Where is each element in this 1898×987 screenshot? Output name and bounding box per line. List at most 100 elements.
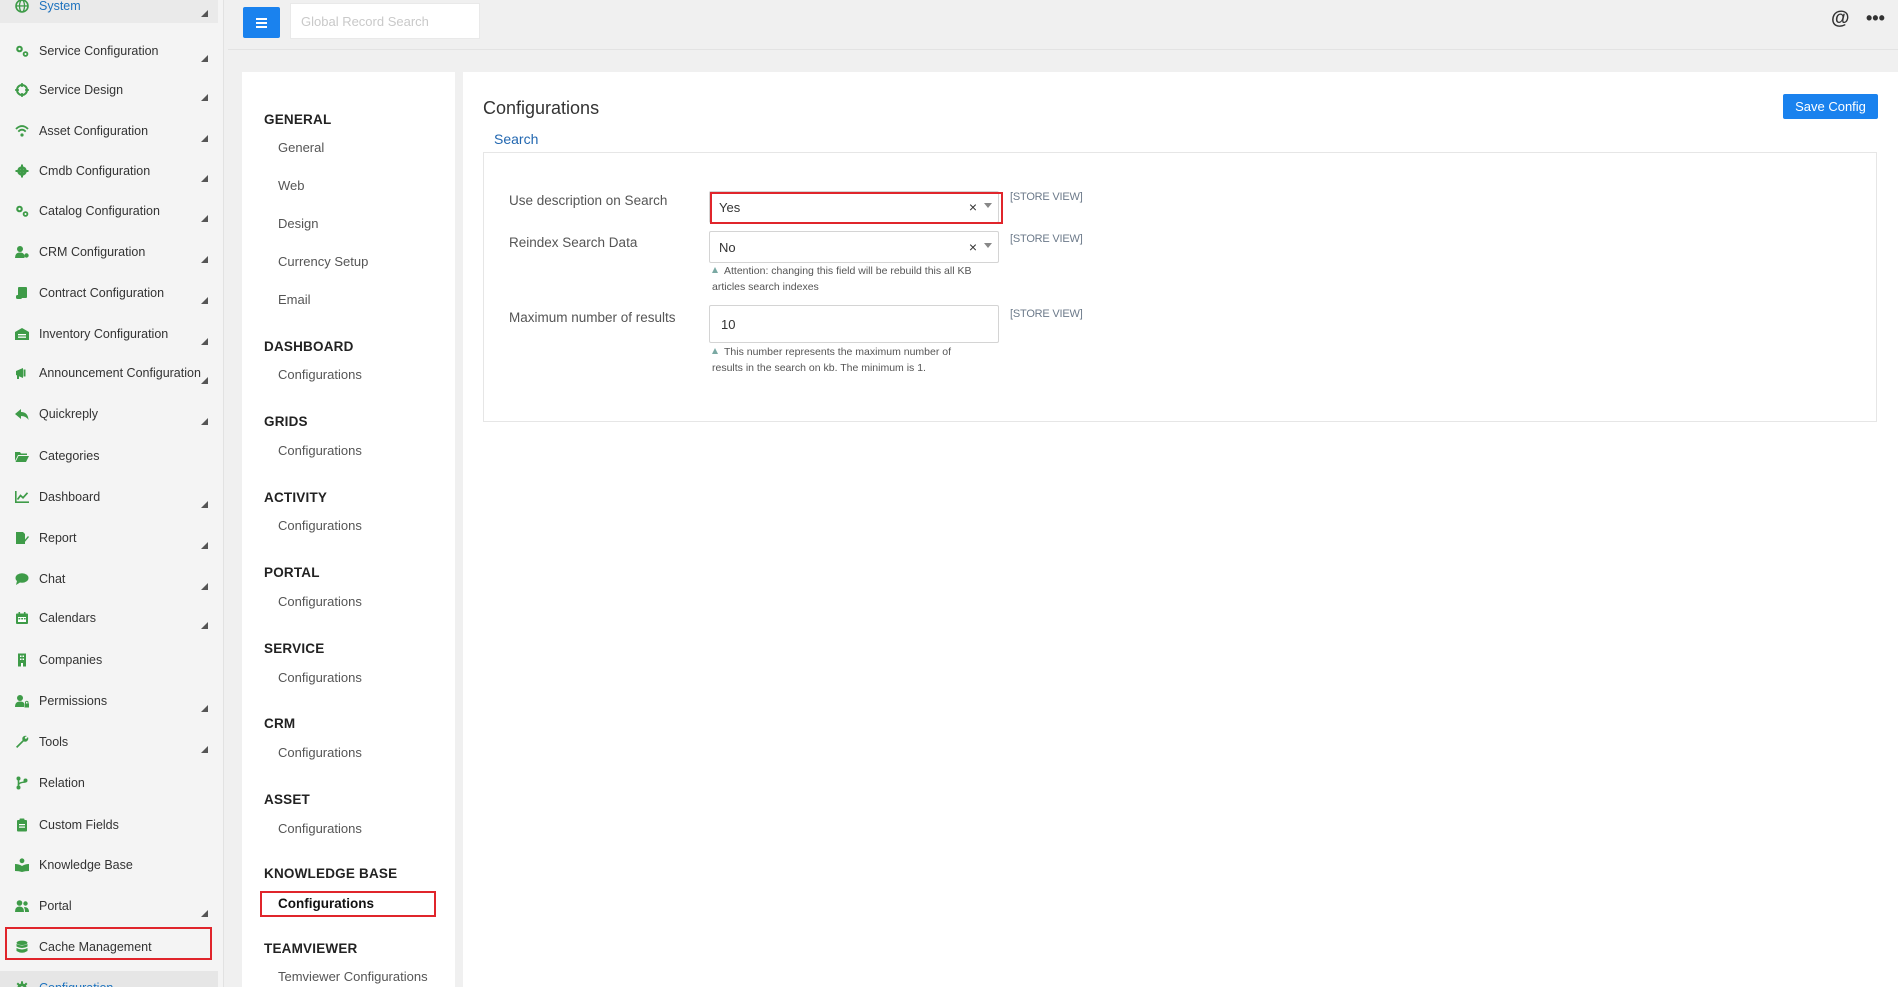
expand-caret-icon[interactable] — [201, 297, 208, 304]
sidebar-item-service-configuration[interactable]: Service Configuration — [0, 34, 218, 68]
gear-icon — [15, 164, 29, 178]
nav-link-asset-configurations[interactable]: Configurations — [278, 821, 362, 836]
sidebar-item-asset-configuration[interactable]: Asset Configuration — [0, 114, 218, 148]
info-triangle-icon — [712, 348, 718, 354]
sidebar-item-label: Permissions — [39, 694, 108, 708]
sidebar-item-contract-configuration[interactable]: Contract Configuration — [0, 276, 218, 310]
nav-link-service-configurations[interactable]: Configurations — [278, 670, 362, 685]
nav-link-dashboard-configurations[interactable]: Configurations — [278, 367, 362, 382]
sidebar-item-custom-fields[interactable]: Custom Fields — [0, 808, 218, 842]
max-results-input[interactable] — [709, 305, 999, 343]
select-value: No — [719, 239, 736, 255]
user-gear-icon — [15, 245, 29, 259]
sidebar-item-permissions[interactable]: Permissions — [0, 684, 218, 718]
sidebar-item-cmdb-configuration[interactable]: Cmdb Configuration — [0, 154, 218, 188]
nav-link-general-general[interactable]: General — [278, 140, 324, 155]
expand-caret-icon[interactable] — [201, 582, 208, 590]
sidebar-item-companies[interactable]: Companies — [0, 643, 218, 677]
use-description-select[interactable]: Yes × — [709, 191, 999, 223]
nav-link-general-currency-setup[interactable]: Currency Setup — [278, 254, 368, 269]
nav-link-activity-configurations[interactable]: Configurations — [278, 518, 362, 533]
expand-caret-icon[interactable] — [201, 705, 208, 712]
sidebar-item-label: Service Configuration — [39, 43, 159, 58]
sidebar-item-label: Asset Configuration — [39, 124, 149, 138]
sidebar-item-label: Categories — [39, 449, 100, 464]
expand-caret-icon[interactable] — [201, 418, 208, 426]
sidebar-item-label: Custom Fields — [39, 817, 119, 832]
sidebar-item-service-design[interactable]: Service Design — [0, 73, 218, 107]
more-options-icon[interactable]: ••• — [1866, 8, 1885, 29]
expand-caret-icon[interactable] — [201, 910, 208, 918]
gears-icon — [15, 204, 29, 218]
expand-caret-icon[interactable] — [201, 94, 208, 102]
wrench-icon — [15, 735, 29, 749]
expand-caret-icon[interactable] — [201, 745, 208, 753]
sidebar-item-categories[interactable]: Categories — [0, 439, 218, 473]
sidebar-item-crm-configuration[interactable]: CRM Configuration — [0, 235, 218, 269]
sidebar-item-cache-management[interactable]: Cache Management — [0, 930, 218, 964]
sidebar-item-dashboard[interactable]: Dashboard — [0, 480, 218, 514]
expand-caret-icon[interactable] — [201, 377, 208, 385]
nav-section-activity: ACTIVITY — [264, 490, 328, 505]
sidebar-item-label: Portal — [39, 899, 72, 914]
expand-caret-icon[interactable] — [201, 256, 208, 264]
sidebar-item-system[interactable]: System — [0, 0, 218, 24]
expand-caret-icon[interactable] — [201, 54, 208, 62]
expand-caret-icon[interactable] — [201, 135, 208, 142]
sidebar-item-quickreply[interactable]: Quickreply — [0, 397, 218, 431]
sidebar-item-configuration[interactable]: Configuration — [0, 970, 218, 987]
nav-link-grids-configurations[interactable]: Configurations — [278, 443, 362, 458]
mention-icon[interactable]: @ — [1831, 8, 1850, 30]
nav-link-teamviewer-temviewer-configurations[interactable]: Temviewer Configurations — [278, 969, 428, 984]
sidebar-item-label: Chat — [39, 571, 66, 586]
scope-badge: [STORE VIEW] — [1010, 233, 1083, 245]
clear-icon[interactable]: × — [969, 239, 977, 255]
nav-link-knowledge-base-configurations[interactable]: Configurations — [278, 896, 374, 911]
sidebar-item-calendars[interactable]: Calendars — [0, 601, 218, 635]
sidebar-item-announcement-configuration[interactable]: Announcement Configuration — [0, 356, 218, 390]
nav-link-general-email[interactable]: Email — [278, 292, 311, 307]
menu-toggle-button[interactable] — [243, 7, 280, 38]
crosshair-icon — [15, 83, 29, 98]
sidebar-item-label: System — [39, 0, 81, 14]
reindex-search-select[interactable]: No × — [709, 231, 999, 263]
chevron-down-icon[interactable] — [984, 203, 992, 208]
nav-section-dashboard: DASHBOARD — [264, 339, 354, 354]
sidebar-item-relation[interactable]: Relation — [0, 766, 218, 800]
expand-caret-icon[interactable] — [201, 541, 208, 549]
expand-caret-icon[interactable] — [201, 174, 208, 182]
tab-search[interactable]: Search — [494, 131, 538, 147]
book-reader-icon — [15, 858, 29, 873]
clear-icon[interactable]: × — [969, 199, 977, 215]
sidebar-item-catalog-configuration[interactable]: Catalog Configuration — [0, 194, 218, 228]
folder-open-icon — [15, 449, 29, 463]
chevron-down-icon[interactable] — [984, 243, 992, 248]
sidebar-item-report[interactable]: Report — [0, 521, 218, 555]
sidebar-item-tools[interactable]: Tools — [0, 725, 218, 759]
save-config-button[interactable]: Save Config — [1783, 94, 1878, 119]
nav-link-general-web[interactable]: Web — [278, 178, 305, 193]
sidebar-item-label: Catalog Configuration — [39, 204, 160, 219]
sidebar-item-knowledge-base[interactable]: Knowledge Base — [0, 848, 218, 882]
branch-icon — [15, 776, 29, 790]
nav-link-crm-configurations[interactable]: Configurations — [278, 745, 362, 760]
sidebar-item-label: Cmdb Configuration — [39, 163, 151, 178]
global-search-input[interactable] — [290, 3, 480, 39]
page-title: Configurations — [483, 98, 600, 118]
globe-icon — [15, 0, 29, 14]
sidebar-item-label: Report — [39, 530, 77, 545]
comment-icon — [15, 572, 29, 586]
sidebar-item-inventory-configuration[interactable]: Inventory Configuration — [0, 317, 218, 351]
expand-caret-icon[interactable] — [201, 337, 208, 345]
expand-caret-icon[interactable] — [201, 501, 208, 508]
expand-caret-icon[interactable] — [201, 622, 208, 630]
sidebar-item-chat[interactable]: Chat — [0, 562, 218, 596]
nav-link-general-design[interactable]: Design — [278, 216, 318, 231]
nav-section-knowledge-base: KNOWLEDGE BASE — [264, 866, 398, 881]
expand-caret-icon[interactable] — [201, 10, 208, 18]
nav-link-portal-configurations[interactable]: Configurations — [278, 594, 362, 609]
sidebar-item-portal[interactable]: Portal — [0, 889, 218, 923]
file-edit-icon — [15, 531, 29, 545]
clipboard-icon — [15, 818, 29, 832]
expand-caret-icon[interactable] — [201, 215, 208, 223]
